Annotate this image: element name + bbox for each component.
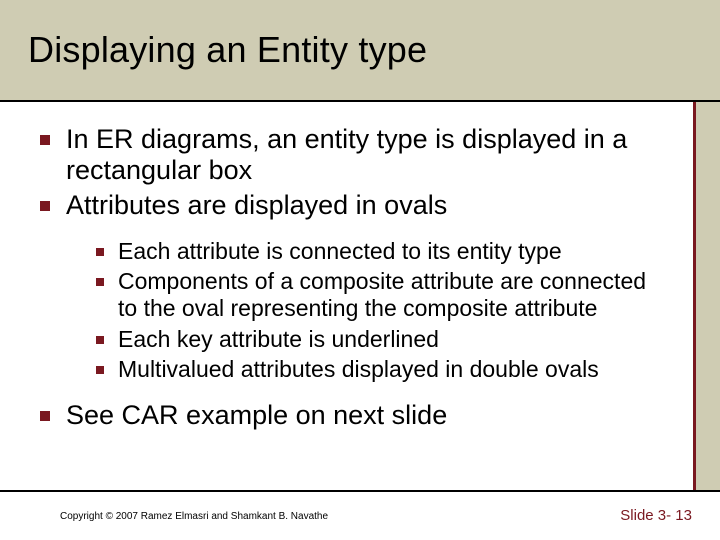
title-band: Displaying an Entity type	[0, 0, 720, 100]
square-bullet-icon	[96, 366, 104, 374]
bullet-text: Each key attribute is underlined	[118, 326, 665, 353]
bullet-level2: Components of a composite attribute are …	[96, 268, 665, 322]
square-bullet-icon	[40, 411, 50, 421]
bullet-level2: Multivalued attributes displayed in doub…	[96, 356, 665, 383]
square-bullet-icon	[96, 248, 104, 256]
copyright-text: Copyright © 2007 Ramez Elmasri and Shamk…	[60, 511, 328, 522]
square-bullet-icon	[40, 135, 50, 145]
bullet-text: See CAR example on next slide	[66, 400, 665, 431]
square-bullet-icon	[96, 336, 104, 344]
bullet-level2: Each attribute is connected to its entit…	[96, 238, 665, 265]
content-area: In ER diagrams, an entity type is displa…	[40, 120, 665, 480]
bullet-text: Each attribute is connected to its entit…	[118, 238, 665, 265]
slide-title: Displaying an Entity type	[28, 29, 427, 71]
bullet-text: Attributes are displayed in ovals	[66, 190, 665, 221]
bullet-text: In ER diagrams, an entity type is displa…	[66, 124, 665, 186]
square-bullet-icon	[96, 278, 104, 286]
spacer	[40, 225, 665, 235]
slide: Displaying an Entity type In ER diagrams…	[0, 0, 720, 540]
bullet-level1: In ER diagrams, an entity type is displa…	[40, 124, 665, 186]
side-rule	[693, 102, 696, 490]
bullet-level1: Attributes are displayed in ovals	[40, 190, 665, 221]
bullet-text: Multivalued attributes displayed in doub…	[118, 356, 665, 383]
bullet-level2: Each key attribute is underlined	[96, 326, 665, 353]
side-fill	[696, 102, 720, 490]
title-underline	[0, 100, 720, 102]
square-bullet-icon	[40, 201, 50, 211]
slide-number: Slide 3- 13	[620, 507, 692, 524]
spacer	[40, 386, 665, 396]
bullet-level1: See CAR example on next slide	[40, 400, 665, 431]
bullet-text: Components of a composite attribute are …	[118, 268, 665, 322]
footer-line	[0, 490, 720, 492]
